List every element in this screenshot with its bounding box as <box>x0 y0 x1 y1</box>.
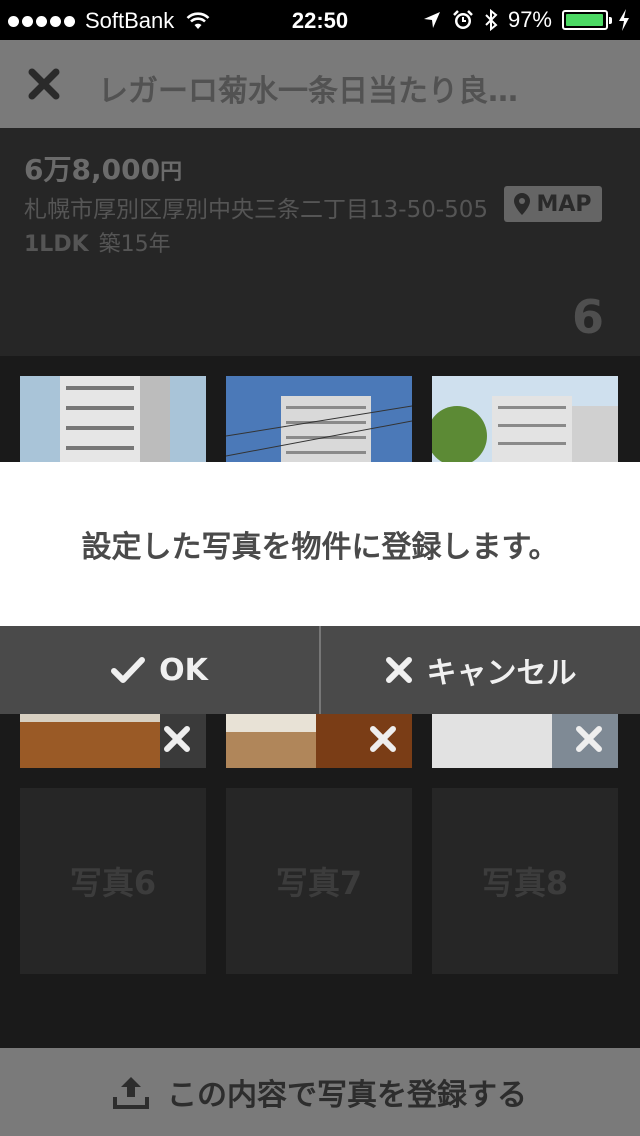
photo-slot-label: 写真6 <box>69 864 157 902</box>
property-address: 札幌市厚別区厚別中央三条二丁目13-50-505 <box>24 197 489 223</box>
photo-slot-label: 写真8 <box>481 864 569 902</box>
close-icon[interactable] <box>24 64 64 104</box>
page-title: レガーロ菊水一条日当たり良… <box>98 74 518 109</box>
map-label: MAP <box>536 191 592 217</box>
charging-bolt-icon <box>619 9 629 31</box>
property-age: 築15年 <box>98 232 171 257</box>
status-bar: SoftBank 22:50 97% <box>0 0 640 40</box>
map-pin-icon <box>514 193 531 215</box>
confirm-dialog: 設定した写真を物件に登録します。 <box>0 462 640 626</box>
photo-count: 6 <box>571 290 604 344</box>
property-layout-line: 1LDK 築15年 <box>24 226 171 258</box>
photo-slot-6[interactable]: 写真6 <box>20 788 206 974</box>
price-unit: 円 <box>160 160 183 185</box>
photo-slot-label: 写真7 <box>275 864 363 902</box>
remove-photo-icon[interactable] <box>574 724 604 754</box>
photo-slot-7[interactable]: 写真7 <box>226 788 412 974</box>
property-price: 6万8,000円 <box>24 148 182 188</box>
property-layout: 1LDK <box>24 232 89 257</box>
register-photos-button[interactable]: この内容で写真を登録する <box>0 1048 640 1136</box>
ok-button[interactable]: OK <box>0 626 319 714</box>
alarm-icon <box>453 10 473 29</box>
map-button[interactable]: MAP <box>504 186 602 222</box>
cancel-button[interactable]: キャンセル <box>321 626 640 714</box>
upload-icon <box>113 1077 149 1109</box>
battery-icon <box>562 10 612 30</box>
battery-fill <box>566 14 603 26</box>
cancel-label: キャンセル <box>426 656 577 691</box>
status-right: 97% <box>422 7 630 33</box>
nav-bar: レガーロ菊水一条日当たり良… <box>0 40 640 128</box>
photo-slot-8[interactable]: 写真8 <box>432 788 618 974</box>
remove-photo-icon[interactable] <box>162 724 192 754</box>
dialog-button-bar: OK キャンセル <box>0 626 640 714</box>
battery-percent: 97% <box>507 7 552 32</box>
checkmark-icon <box>111 657 146 683</box>
close-icon <box>385 657 412 683</box>
price-value: 6万8,000 <box>24 153 161 186</box>
remove-photo-icon[interactable] <box>368 724 398 754</box>
bluetooth-icon <box>485 8 498 32</box>
property-info: 6万8,000円 札幌市厚別区厚別中央三条二丁目13-50-505 MAP 1L… <box>0 128 640 356</box>
register-photos-label: この内容で写真を登録する <box>167 1078 527 1113</box>
location-arrow-icon <box>423 12 440 28</box>
dialog-message: 設定した写真を物件に登録します。 <box>81 530 559 565</box>
ok-label: OK <box>159 652 208 688</box>
